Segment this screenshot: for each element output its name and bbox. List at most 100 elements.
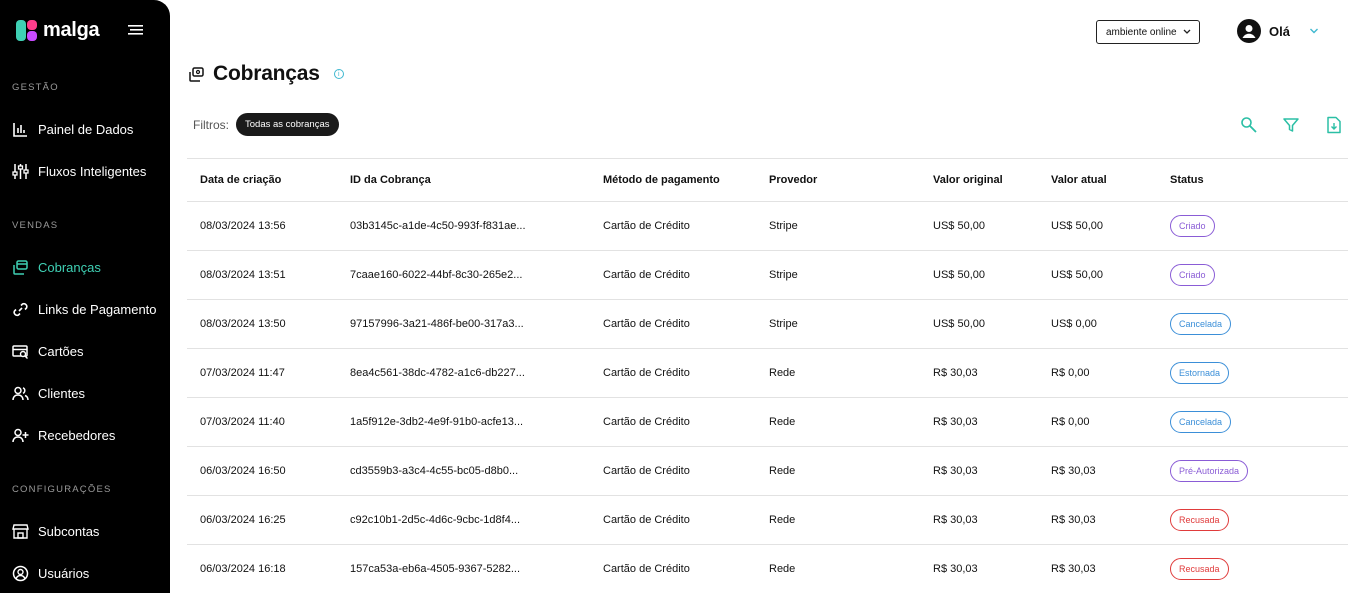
- menu-toggle-icon[interactable]: [128, 22, 145, 38]
- cell-provedor: Rede: [769, 563, 796, 575]
- page-title: Cobranças i: [188, 62, 344, 86]
- cell-valor-original: R$ 30,03: [933, 416, 978, 428]
- logo[interactable]: malga: [16, 19, 100, 42]
- filters-label: Filtros:: [193, 117, 229, 132]
- info-icon[interactable]: i: [333, 69, 344, 79]
- card-search-icon: [12, 344, 28, 359]
- section-label-vendas: VENDAS: [12, 220, 59, 231]
- column-header-provedor[interactable]: Provedor: [769, 159, 817, 201]
- cell-valor-atual: US$ 0,00: [1051, 318, 1097, 330]
- cell-provedor: Rede: [769, 367, 796, 379]
- sidebar-item-clientes[interactable]: Clientes: [12, 379, 162, 407]
- column-header-valor-atual[interactable]: Valor atual: [1051, 159, 1107, 201]
- charges-icon: [13, 259, 28, 275]
- cell-data-criacao: 08/03/2024 13:56: [200, 220, 286, 232]
- sidebar-item-painel-de-dados[interactable]: Painel de Dados: [12, 115, 162, 143]
- table-row[interactable]: 06/03/2024 16:25 c92c10b1-2d5c-4d6c-9cbc-…: [187, 496, 1348, 545]
- cell-provedor: Rede: [769, 514, 796, 526]
- cell-status: Cancelada: [1170, 300, 1232, 348]
- cell-id-cobranca: 97157996-3a21-486f-be00-317a3...: [350, 318, 524, 330]
- cell-metodo-pagamento: Cartão de Crédito: [603, 269, 690, 281]
- user-icon: [1242, 25, 1256, 38]
- cell-status: Estornada: [1170, 349, 1230, 397]
- search-icon[interactable]: [1240, 116, 1258, 134]
- cell-valor-original: US$ 50,00: [933, 318, 985, 330]
- cell-data-criacao: 06/03/2024 16:50: [200, 465, 286, 477]
- cell-id-cobranca: c92c10b1-2d5c-4d6c-9cbc-1d8f4...: [350, 514, 520, 526]
- sidebar-item-label: Usuários: [38, 565, 90, 581]
- section-label-configuracoes: CONFIGURAÇÕES: [12, 484, 112, 495]
- sidebar-item-label: Fluxos Inteligentes: [38, 163, 147, 179]
- column-header-id-cobranca[interactable]: ID da Cobrança: [350, 159, 431, 201]
- filter-chip-all[interactable]: Todas as cobranças: [236, 113, 339, 136]
- cell-metodo-pagamento: Cartão de Crédito: [603, 416, 690, 428]
- status-badge: Recusada: [1170, 558, 1229, 580]
- table-row[interactable]: 08/03/2024 13:51 7caae160-6022-44bf-8c30-…: [187, 251, 1348, 300]
- table-row[interactable]: 07/03/2024 11:47 8ea4c561-38dc-4782-a1c6-…: [187, 349, 1348, 398]
- cell-status: Cancelada: [1170, 398, 1232, 446]
- cell-status: Recusada: [1170, 496, 1229, 544]
- table-row[interactable]: 08/03/2024 13:50 97157996-3a21-486f-be00-…: [187, 300, 1348, 349]
- charges-icon: [189, 66, 204, 82]
- cell-id-cobranca: 7caae160-6022-44bf-8c30-265e2...: [350, 269, 523, 281]
- cell-valor-original: R$ 30,03: [933, 563, 978, 575]
- column-header-data-criacao[interactable]: Data de criação: [200, 159, 281, 201]
- cell-valor-original: R$ 30,03: [933, 465, 978, 477]
- cell-valor-atual: R$ 30,03: [1051, 563, 1096, 575]
- user-menu[interactable]: Olá: [1237, 19, 1290, 43]
- cell-valor-atual: R$ 30,03: [1051, 514, 1096, 526]
- cell-valor-atual: US$ 50,00: [1051, 269, 1103, 281]
- status-badge: Pré-Autorizada: [1170, 460, 1249, 482]
- cell-valor-atual: US$ 50,00: [1051, 220, 1103, 232]
- cell-provedor: Rede: [769, 465, 796, 477]
- sidebar-item-links-de-pagamento[interactable]: Links de Pagamento: [12, 295, 162, 323]
- greeting: Olá: [1269, 23, 1290, 39]
- cell-status: Criado: [1170, 251, 1215, 299]
- sidebar-item-cartoes[interactable]: Cartões: [12, 337, 162, 365]
- sidebar-item-label: Painel de Dados: [38, 121, 134, 137]
- column-header-metodo-pagamento[interactable]: Método de pagamento: [603, 159, 720, 201]
- cell-metodo-pagamento: Cartão de Crédito: [603, 563, 690, 575]
- export-file-icon[interactable]: [1325, 116, 1343, 134]
- status-badge: Criado: [1170, 264, 1215, 286]
- sidebar-item-fluxos-inteligentes[interactable]: Fluxos Inteligentes: [12, 157, 162, 185]
- store-icon: [12, 523, 29, 539]
- bar-chart-icon: [13, 122, 27, 137]
- table-row[interactable]: 08/03/2024 13:56 03b3145c-a1de-4c50-993f-…: [187, 202, 1348, 251]
- sidebar-item-cobrancas[interactable]: Cobranças: [12, 253, 162, 281]
- chevron-down-icon: [1183, 29, 1191, 34]
- cell-metodo-pagamento: Cartão de Crédito: [603, 465, 690, 477]
- page-title-text: Cobranças: [213, 62, 320, 85]
- status-badge: Estornada: [1170, 362, 1230, 384]
- column-header-valor-original[interactable]: Valor original: [933, 159, 1003, 201]
- chevron-down-icon[interactable]: [1309, 27, 1319, 35]
- cell-data-criacao: 07/03/2024 11:47: [200, 367, 285, 379]
- cell-data-criacao: 07/03/2024 11:40: [200, 416, 285, 428]
- table-row[interactable]: 06/03/2024 16:50 cd3559b3-a3c4-4c55-bc05-…: [187, 447, 1348, 496]
- cell-id-cobranca: 8ea4c561-38dc-4782-a1c6-db227...: [350, 367, 525, 379]
- filter-icon[interactable]: [1282, 116, 1300, 134]
- cell-valor-original: US$ 50,00: [933, 220, 985, 232]
- cell-valor-atual: R$ 0,00: [1051, 367, 1090, 379]
- sidebar-item-recebedores[interactable]: Recebedores: [12, 421, 162, 449]
- cell-data-criacao: 06/03/2024 16:25: [200, 514, 286, 526]
- table-row[interactable]: 07/03/2024 11:40 1a5f912e-3db2-4e9f-91b0-…: [187, 398, 1348, 447]
- cell-id-cobranca: 03b3145c-a1de-4c50-993f-f831ae...: [350, 220, 526, 232]
- filters-bar: Filtros: Todas as cobranças: [193, 113, 339, 136]
- cell-data-criacao: 08/03/2024 13:50: [200, 318, 286, 330]
- sidebar-item-usuarios[interactable]: Usuários: [12, 559, 162, 587]
- column-header-status[interactable]: Status: [1170, 159, 1204, 201]
- cell-data-criacao: 06/03/2024 16:18: [200, 563, 286, 575]
- environment-select[interactable]: ambiente online: [1096, 20, 1200, 44]
- cell-metodo-pagamento: Cartão de Crédito: [603, 514, 690, 526]
- cell-valor-original: R$ 30,03: [933, 514, 978, 526]
- sidebar-item-label: Cartões: [38, 343, 84, 359]
- table-row[interactable]: 06/03/2024 16:18 157ca53a-eb6a-4505-9367-…: [187, 545, 1348, 593]
- cell-status: Criado: [1170, 202, 1215, 250]
- cell-data-criacao: 08/03/2024 13:51: [200, 269, 286, 281]
- cell-valor-original: US$ 50,00: [933, 269, 985, 281]
- sidebar-item-subcontas[interactable]: Subcontas: [12, 517, 162, 545]
- cell-metodo-pagamento: Cartão de Crédito: [603, 220, 690, 232]
- user-plus-icon: [12, 428, 29, 442]
- status-badge: Cancelada: [1170, 411, 1232, 433]
